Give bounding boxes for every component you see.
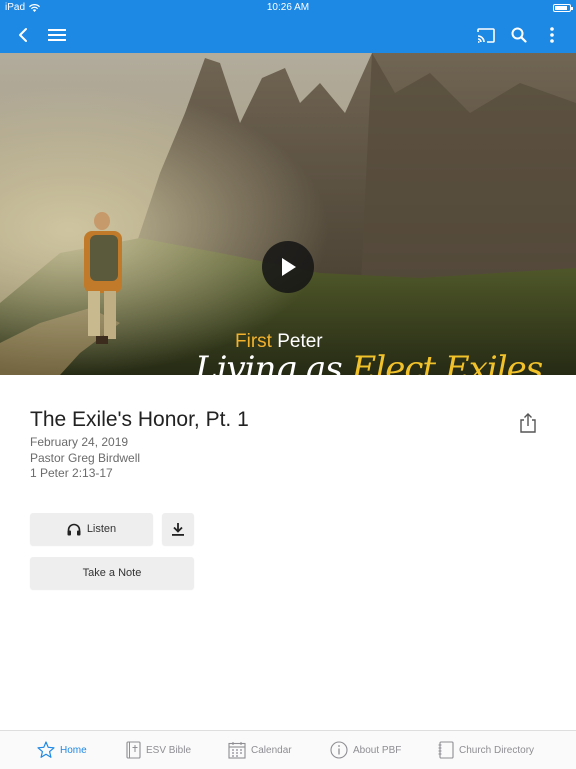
tab-calendar[interactable]: Calendar [228,731,292,769]
more-vertical-icon [550,27,554,43]
tab-about-pbf[interactable]: About PBF [330,731,401,769]
tab-esv-bible-label: ESV Bible [146,744,192,756]
search-button[interactable] [507,23,531,47]
play-icon [282,258,296,276]
directory-icon [438,741,454,759]
app-bar [0,17,576,53]
sermon-hero-image[interactable]: First Peter Living as Elect Exiles [0,53,576,375]
sermon-date: February 24, 2019 [30,435,129,449]
battery-level [555,6,567,10]
tab-esv-bible[interactable]: ESV Bible [126,731,191,769]
menu-button[interactable] [45,23,69,47]
download-icon [172,523,184,536]
tab-calendar-label: Calendar [251,744,292,756]
share-icon [520,413,536,433]
share-button[interactable] [518,412,538,434]
battery-icon [553,4,573,12]
tab-home-label: Home [60,744,87,756]
tab-church-directory-label: Church Directory [459,744,535,756]
more-button[interactable] [540,23,564,47]
play-button[interactable] [262,241,314,293]
tab-about-pbf-label: About PBF [353,744,402,756]
mountain-landscape-image [0,53,576,375]
listen-label: Listen [86,523,117,535]
tab-church-directory[interactable]: Church Directory [438,731,534,769]
sermon-title: The Exile's Honor, Pt. 1 [30,408,249,431]
download-button[interactable] [162,513,194,545]
back-button[interactable] [11,23,35,47]
hamburger-menu-icon [48,29,66,41]
search-icon [511,27,527,43]
headphones-icon [67,523,81,535]
listen-button[interactable]: Listen [30,513,153,545]
series-subtitle: Living as Elect Exiles [195,349,544,375]
bible-icon [126,741,141,759]
calendar-icon [228,742,246,759]
star-icon [37,741,55,758]
bottom-tab-bar: Home ESV Bible Calendar About PBF Church… [0,730,576,769]
cast-button[interactable] [474,23,498,47]
tab-home[interactable]: Home [37,731,87,769]
take-note-label: Take a Note [82,567,142,579]
series-subtitle-part2: Elect Exiles [351,349,544,375]
take-note-button[interactable]: Take a Note [30,557,194,589]
series-title-overlay: First Peter Living as Elect Exiles [190,331,544,375]
sermon-passage: 1 Peter 2:13-17 [30,466,113,480]
sermon-speaker: Pastor Greg Birdwell [30,451,141,465]
series-subtitle-part1: Living as [195,349,343,375]
cast-icon [477,27,495,43]
chevron-left-icon [19,28,27,42]
info-icon [330,741,348,759]
status-bar: iPad 10:26 AM [0,0,576,17]
status-time: 10:26 AM [266,2,310,13]
